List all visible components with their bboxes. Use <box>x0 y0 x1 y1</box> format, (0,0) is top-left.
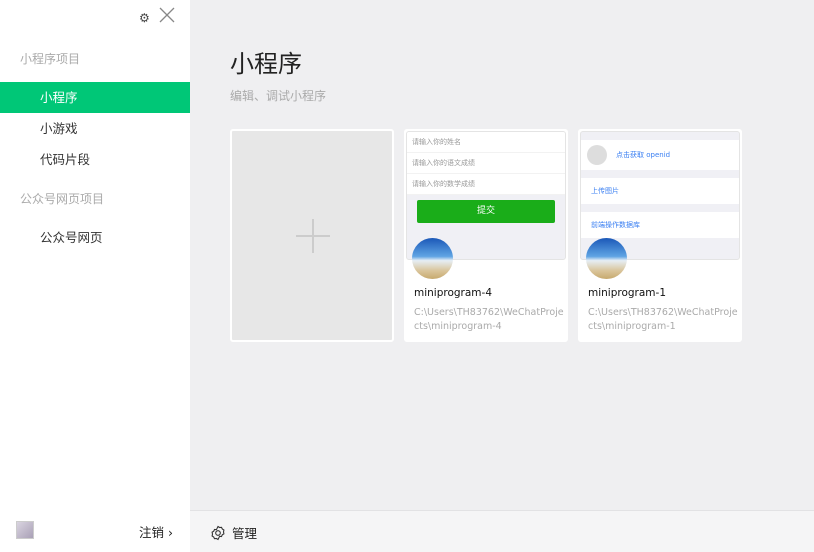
sidebar: ⚙ 小程序项目 小程序 小游戏 代码片段 公众号网页项目 公众号网页 注销 › <box>0 0 190 552</box>
logout-button[interactable]: 注销 › <box>139 522 173 541</box>
preview-field: 请输入你的数学成绩 <box>407 174 565 195</box>
project-avatar <box>586 238 627 279</box>
manage-button[interactable]: 管理 <box>210 523 257 542</box>
preview-db: 前端操作数据库 <box>581 212 739 238</box>
project-path: C:\Users\TH83762\WeChatProjects\miniprog… <box>414 307 564 332</box>
plus-icon <box>312 219 314 253</box>
sidebar-item-code-snippet[interactable]: 代码片段 <box>0 144 190 175</box>
footer: 管理 <box>190 510 814 552</box>
project-avatar <box>412 238 453 279</box>
user-avatar[interactable] <box>16 521 34 539</box>
project-card[interactable]: 请输入你的姓名 请输入你的语文成绩 请输入你的数学成绩 提交 miniprogr… <box>404 129 568 342</box>
project-name: miniprogram-4 <box>414 287 493 299</box>
sidebar-item-minigame[interactable]: 小游戏 <box>0 113 190 144</box>
project-name: miniprogram-1 <box>588 287 667 299</box>
chevron-right-icon: › <box>168 525 173 540</box>
manage-label: 管理 <box>232 526 258 541</box>
preview-upload: 上传图片 <box>581 178 739 204</box>
page-title: 小程序 <box>230 50 302 78</box>
gear-icon <box>211 525 225 540</box>
section-miniprogram-projects: 小程序项目 <box>20 52 81 66</box>
project-card[interactable]: 点击获取 openid 上传图片 前端操作数据库 miniprogram-1 C… <box>578 129 742 342</box>
preview-openid: 点击获取 openid <box>581 140 739 170</box>
section-web-projects: 公众号网页项目 <box>20 192 105 206</box>
project-path: C:\Users\TH83762\WeChatProjects\miniprog… <box>588 307 738 332</box>
preview-field: 请输入你的姓名 <box>407 132 565 153</box>
close-icon[interactable] <box>158 6 176 24</box>
sidebar-item-miniprogram[interactable]: 小程序 <box>0 82 190 113</box>
sidebar-item-web[interactable]: 公众号网页 <box>0 222 190 253</box>
page-subtitle: 编辑、调试小程序 <box>230 89 327 103</box>
settings-gear-icon[interactable]: ⚙ <box>139 11 150 25</box>
preview-submit: 提交 <box>417 200 555 223</box>
logout-label: 注销 <box>139 525 165 540</box>
preview-field: 请输入你的语文成绩 <box>407 153 565 174</box>
new-project-card[interactable] <box>230 129 394 342</box>
